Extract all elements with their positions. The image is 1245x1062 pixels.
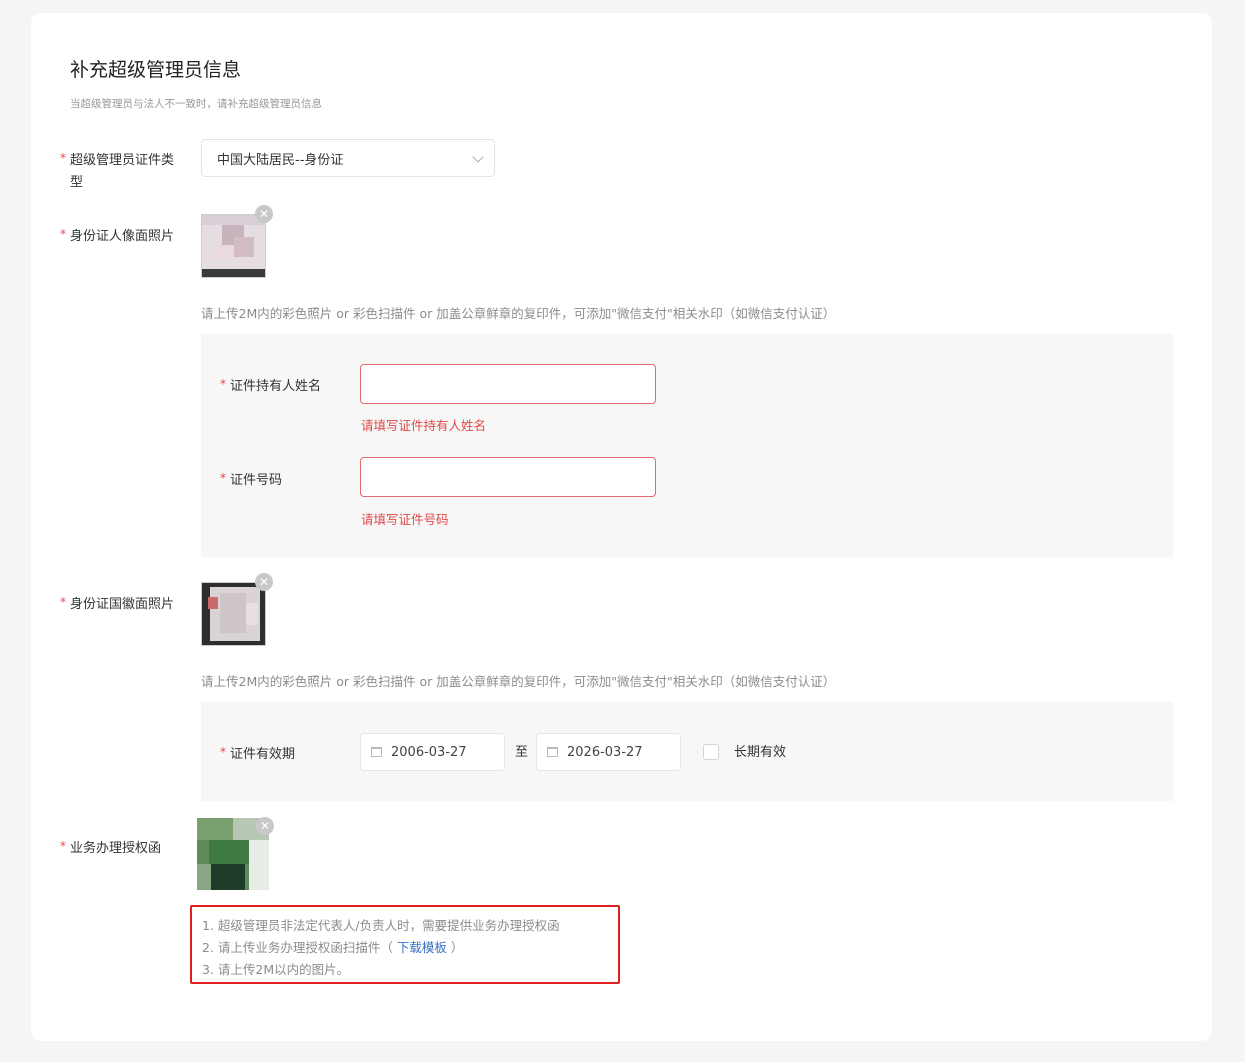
- validity-start-input[interactable]: 2006-03-27: [360, 733, 505, 771]
- holder-name-error: 请填写证件持有人姓名: [361, 418, 487, 433]
- validity-label: * 证件有效期: [220, 745, 296, 762]
- validity-end-input[interactable]: 2026-03-27: [536, 733, 681, 771]
- download-template-link[interactable]: 下载模板: [397, 940, 447, 955]
- id-number-label: * 证件号码: [220, 471, 283, 488]
- note-1: 1. 超级管理员非法定代表人/负责人时，需要提供业务办理授权函: [202, 918, 560, 933]
- close-icon[interactable]: ✕: [255, 205, 273, 223]
- id-front-image: [202, 215, 265, 277]
- required-mark: *: [60, 151, 66, 165]
- authorization-label: * 业务办理授权函: [60, 839, 162, 856]
- close-icon[interactable]: ✕: [256, 817, 274, 835]
- validity-end-value: 2026-03-27: [567, 744, 643, 760]
- page-subtitle: 当超级管理员与法人不一致时，请补充超级管理员信息: [70, 98, 322, 110]
- id-type-select[interactable]: 中国大陆居民--身份证: [201, 139, 495, 177]
- id-number-error: 请填写证件号码: [361, 512, 449, 527]
- id-front-hint: 请上传2M内的彩色照片 or 彩色扫描件 or 加盖公章鲜章的复印件，可添加"微…: [201, 306, 836, 321]
- close-icon[interactable]: ✕: [255, 573, 273, 591]
- calendar-icon: [371, 747, 382, 757]
- holder-info-panel: [201, 334, 1173, 557]
- id-type-label: * 超级管理员证件类 型: [60, 151, 175, 190]
- id-back-image: [202, 583, 265, 645]
- id-back-hint: 请上传2M内的彩色照片 or 彩色扫描件 or 加盖公章鲜章的复印件，可添加"微…: [201, 674, 836, 689]
- id-back-thumbnail[interactable]: [201, 582, 266, 646]
- id-front-label: * 身份证人像面照片: [60, 227, 175, 244]
- note-2: 2. 请上传业务办理授权函扫描件（ 下载模板 ）: [202, 940, 464, 955]
- long-term-checkbox[interactable]: [703, 744, 719, 760]
- id-type-value: 中国大陆居民--身份证: [217, 152, 344, 168]
- holder-name-label: * 证件持有人姓名: [220, 377, 322, 394]
- page-title: 补充超级管理员信息: [70, 59, 242, 81]
- id-number-input[interactable]: [360, 457, 656, 497]
- validity-start-value: 2006-03-27: [391, 744, 467, 760]
- chevron-down-icon: [472, 151, 484, 163]
- calendar-icon: [547, 747, 558, 757]
- id-back-label: * 身份证国徽面照片: [60, 595, 175, 612]
- id-front-thumbnail[interactable]: [201, 214, 266, 278]
- holder-name-input[interactable]: [360, 364, 656, 404]
- long-term-label: 长期有效: [734, 745, 787, 760]
- validity-panel: [201, 702, 1173, 801]
- authorization-notes: 1. 超级管理员非法定代表人/负责人时，需要提供业务办理授权函 2. 请上传业务…: [190, 905, 620, 984]
- note-3: 3. 请上传2M以内的图片。: [202, 962, 350, 977]
- date-separator: 至: [515, 745, 529, 760]
